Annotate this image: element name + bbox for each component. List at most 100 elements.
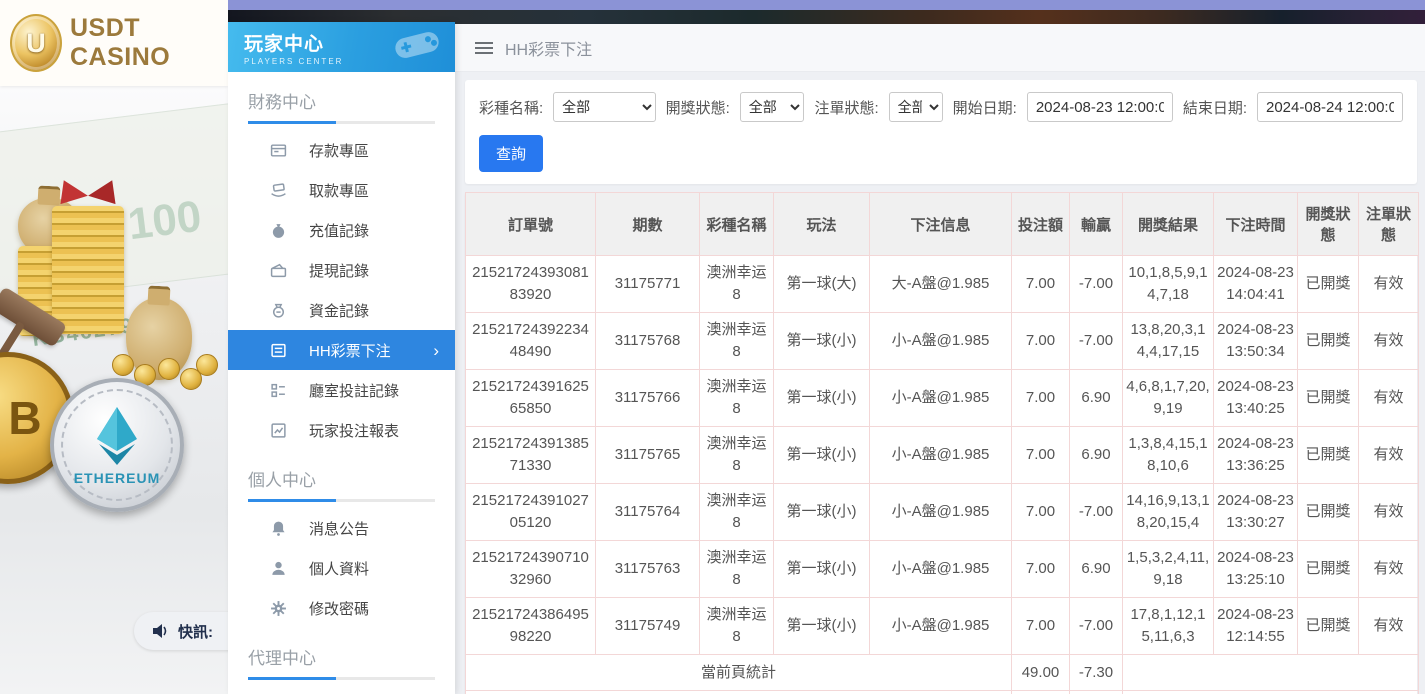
table-cell: 31175749 [596,598,700,655]
table-cell: 2024-08-23 13:50:34 [1214,313,1298,370]
sidebar-item-profile[interactable]: 個人資料 [228,548,455,588]
table-cell: -7.00 [1070,256,1123,313]
lottery-select[interactable]: 全部 [553,92,655,122]
table-cell: 31175766 [596,370,700,427]
table-cell: 6.90 [1070,427,1123,484]
gold-coin [112,354,134,376]
table-cell: 有效 [1359,370,1419,427]
end-date-label: 結束日期: [1183,97,1247,118]
funds-record-icon [270,302,287,319]
sidebar-item-deposit[interactable]: 存款專區 [228,130,455,170]
start-date-label: 開始日期: [953,97,1017,118]
table-cell: 31175763 [596,541,700,598]
table-cell: 2152172439308183920 [466,256,596,313]
table-cell: 7.00 [1012,256,1070,313]
page-summary-bet-total: 49.00 [1012,655,1070,691]
sidebar-item-recharge-record[interactable]: 充值記錄 [228,210,455,250]
sidebar-item-bet-report[interactable]: 玩家投注報表 [228,410,455,450]
table-cell: 7.00 [1012,427,1070,484]
bill-denomination: 100 [125,192,204,251]
table-cell: 有效 [1359,313,1419,370]
sidebar-header: 玩家中心 PLAYERS CENTER [228,22,455,72]
bell-icon [270,520,287,537]
table-cell: -7.00 [1070,313,1123,370]
column-header: 開獎結果 [1123,193,1214,256]
column-header: 期數 [596,193,700,256]
draw-status-filter-label: 開獎狀態: [666,97,730,118]
table-cell: 2152172439102705120 [466,484,596,541]
table-cell: 2024-08-23 13:30:27 [1214,484,1298,541]
brand-name: USDT CASINO [70,14,228,72]
gold-coin [158,358,180,380]
table-cell: 31175771 [596,256,700,313]
news-ticker[interactable]: 快訊: [134,612,228,650]
sidebar-item-announcements[interactable]: 消息公告 [228,508,455,548]
table-cell: 澳洲幸运8 [700,541,774,598]
table-cell: 7.00 [1012,484,1070,541]
table-cell: 31175764 [596,484,700,541]
column-header: 彩種名稱 [700,193,774,256]
table-cell: 第一球(小) [774,313,870,370]
grand-summary-winloss-total: -7.30 [1070,691,1123,694]
brand-logo[interactable]: U USDT CASINO [0,0,228,86]
table-cell: 2152172439071032960 [466,541,596,598]
draw-status-select[interactable]: 全部 [740,92,805,122]
table-cell: 第一球(小) [774,427,870,484]
table-cell: 小-A盤@1.985 [870,313,1012,370]
table-cell: 2024-08-23 13:36:25 [1214,427,1298,484]
page: U USDT CASINO 100 KB46279 B [0,0,1425,694]
table-cell: 小-A盤@1.985 [870,484,1012,541]
menu-icon[interactable] [475,42,493,54]
table-cell: 有效 [1359,541,1419,598]
bet-records-table-card: 訂單號 期數 彩種名稱 玩法 下注信息 投注額 輸贏 開獎結果 下注時間 開獎狀… [465,192,1417,694]
table-cell: 第一球(小) [774,370,870,427]
table-cell: 14,16,9,13,18,20,15,4 [1123,484,1214,541]
table-cell: 澳洲幸运8 [700,598,774,655]
end-date-input[interactable] [1257,92,1403,122]
sidebar-item-withdraw[interactable]: 取款專區 [228,170,455,210]
content: 彩種名稱: 全部 開獎狀態: 全部 注單狀態: 全部 開始日期: 結束日期: 查… [455,72,1425,694]
sidebar-item-room-bet-records[interactable]: 廳室投註記錄 [228,370,455,410]
table-cell: 4,6,8,1,7,20,9,19 [1123,370,1214,427]
column-header: 下注信息 [870,193,1012,256]
grand-summary-row: 總統計 49.00 -7.30 [466,691,1419,694]
sidebar-item-agent-rules[interactable]: 代理規則說明 [228,686,455,694]
red-bow-icon [86,180,115,207]
speaker-icon [152,623,170,639]
table-cell: 第一球(小) [774,598,870,655]
table-cell: 31175768 [596,313,700,370]
column-header: 玩法 [774,193,870,256]
table-cell: 7.00 [1012,313,1070,370]
column-header: 輸贏 [1070,193,1123,256]
table-cell: 6.90 [1070,541,1123,598]
table-cell: 已開獎 [1298,427,1359,484]
table-cell: 有效 [1359,484,1419,541]
table-cell: 2152172439162565850 [466,370,596,427]
sidebar: 玩家中心 PLAYERS CENTER 財務中心 存款專區 取款專區 [228,22,455,694]
table-cell: 小-A盤@1.985 [870,427,1012,484]
grand-summary-bet-total: 49.00 [1012,691,1070,694]
search-button[interactable]: 查詢 [479,135,543,172]
sidebar-item-funds-record[interactable]: 資金記錄 [228,290,455,330]
table-cell: 已開獎 [1298,370,1359,427]
room-bet-record-icon [270,382,287,399]
lottery-bet-icon [270,342,287,359]
table-cell: 有效 [1359,256,1419,313]
table-cell: 2152172438649598220 [466,598,596,655]
table-cell: 已開獎 [1298,484,1359,541]
table-cell: 已開獎 [1298,256,1359,313]
sidebar-item-withdrawal-record[interactable]: 提現記錄 [228,250,455,290]
table-cell: 2024-08-23 13:25:10 [1214,541,1298,598]
table-cell: 澳洲幸运8 [700,370,774,427]
table-cell: 13,8,20,3,14,4,17,15 [1123,313,1214,370]
table-row: 215217243913857133031175765澳洲幸运8第一球(小)小-… [466,427,1419,484]
start-date-input[interactable] [1027,92,1173,122]
sidebar-item-hh-lottery-bets[interactable]: HH彩票下注 › [228,330,455,370]
order-status-select[interactable]: 全部 [889,92,943,122]
lottery-filter-label: 彩種名稱: [479,97,543,118]
table-cell: 17,8,1,12,15,11,6,3 [1123,598,1214,655]
table-cell: 10,1,8,5,9,14,7,18 [1123,256,1214,313]
sidebar-item-change-password[interactable]: 修改密碼 [228,588,455,628]
table-row: 215217243910270512031175764澳洲幸运8第一球(小)小-… [466,484,1419,541]
column-header: 投注額 [1012,193,1070,256]
